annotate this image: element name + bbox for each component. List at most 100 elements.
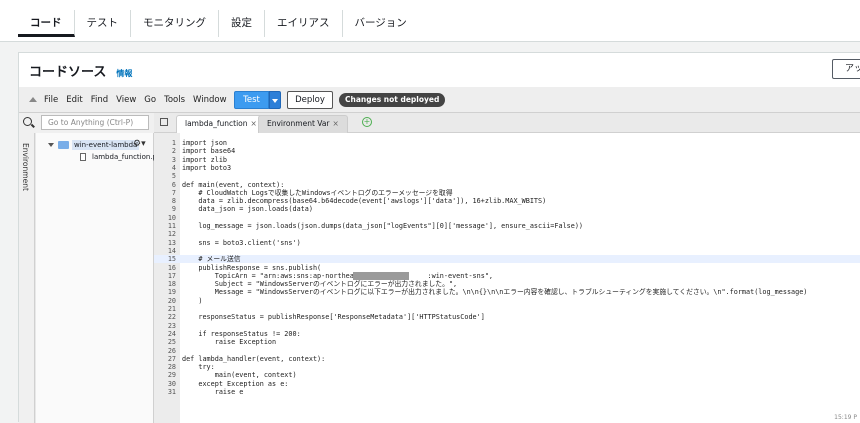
code-text: def main(event, context):	[182, 180, 285, 189]
code-line: 9 data_json = json.loads(data)	[154, 205, 860, 213]
menu-item[interactable]: Tools	[164, 95, 185, 105]
tabs: コード テスト モニタリング 設定 エイリアス バージョン	[18, 10, 419, 42]
menu-item[interactable]: Go	[144, 95, 156, 105]
tab-1[interactable]: テスト	[75, 10, 131, 37]
line-number: 18	[167, 280, 176, 289]
file-item[interactable]: lambda_function.py	[80, 153, 161, 161]
code-line: 5	[154, 172, 860, 180]
code-editor[interactable]: 1 import json 2 import base64 3 import zlib 4 i…	[154, 133, 860, 423]
status-badge: Changes not deployed	[339, 93, 446, 107]
code-text: # CloudWatch Logsで収集したWindowsイベントログのエラーメ…	[182, 188, 453, 197]
code-line: 15 # メール送信	[154, 255, 860, 264]
line-number: 10	[167, 213, 176, 222]
tab-2[interactable]: モニタリング	[131, 10, 219, 37]
code-text: import json	[182, 139, 228, 147]
code-line: 2 import base64	[154, 147, 860, 155]
code-text: responseStatus = publishResponse['Respon…	[182, 313, 485, 322]
collapse-arrow-icon[interactable]	[29, 97, 37, 102]
code-line: 12	[154, 230, 860, 238]
line-number: 25	[167, 338, 176, 347]
code-line: 3 import zlib	[154, 156, 860, 164]
code-line: 10	[154, 214, 860, 222]
menu-item[interactable]: Window	[193, 95, 227, 105]
code-text: raise Exception	[182, 338, 277, 347]
code-line: 29 main(event, context)	[154, 371, 860, 379]
cloud9-ide: File Edit Find View Go Tools Window Test Deplo…	[19, 87, 860, 423]
environment-strip[interactable]: Environment	[19, 133, 35, 423]
tab-label: lambda_function	[185, 119, 248, 128]
upload-button[interactable]: アッ	[832, 59, 860, 79]
line-number: 3	[171, 155, 176, 164]
menu-item[interactable]: Find	[91, 95, 108, 105]
code-line: 23	[154, 322, 860, 330]
line-number: 5	[171, 172, 176, 181]
code-text: import boto3	[182, 163, 232, 172]
code-text: except Exception as e:	[182, 379, 289, 388]
code-text: log_message = json.loads(json.dumps(data…	[182, 222, 584, 230]
test-button[interactable]: Test	[234, 91, 269, 109]
environment-label: Environment	[21, 143, 30, 191]
code-source-panel: コードソース 情報 アッ File Edit Find View Go Tools Wind…	[18, 52, 860, 423]
deploy-button[interactable]: Deploy	[287, 91, 333, 109]
panel-header: コードソース 情報	[29, 61, 132, 80]
code-line: 17 TopicArn = "arn:aws:sns:ap-northeast-…	[154, 271, 860, 280]
new-file-icon[interactable]	[160, 118, 168, 126]
line-number: 29	[167, 371, 176, 380]
chevron-down-icon[interactable]	[48, 143, 54, 147]
folder-item[interactable]: win-event-lambda	[48, 140, 140, 150]
code-text: Message = "WindowsServerのイベントログに以下エラーが出力…	[182, 288, 808, 297]
tab-3[interactable]: 設定	[219, 10, 265, 37]
code-line: 8 data = zlib.decompress(base64.b64decod…	[154, 197, 860, 205]
line-number: 20	[167, 296, 176, 305]
redacted-account-id	[353, 271, 409, 280]
line-number: 15	[167, 255, 176, 264]
code-text: TopicArn = "arn:aws:sns:ap-northeast-1: …	[182, 271, 493, 280]
tab-label: Environment Var	[267, 119, 330, 128]
code-line: 16 publishResponse = sns.publish(	[154, 264, 860, 272]
code-text: sns = boto3.client('sns')	[182, 238, 301, 247]
code-line: 11 log_message = json.loads(json.dumps(d…	[154, 222, 860, 230]
code-text: data = zlib.decompress(base64.b64decode(…	[182, 197, 547, 206]
close-icon[interactable]: ×	[251, 119, 257, 128]
tab-0[interactable]: コード	[18, 10, 75, 37]
tab-lambda-function[interactable]: lambda_function ×	[176, 115, 266, 134]
editor-tabs: lambda_function × Environment Var × +	[154, 113, 860, 134]
tab-4[interactable]: エイリアス	[265, 10, 343, 37]
code-line: 30 except Exception as e:	[154, 380, 860, 388]
line-number: 13	[167, 238, 176, 247]
code-text: data_json = json.loads(data)	[182, 205, 313, 214]
search-input[interactable]: Go to Anything (Ctrl-P)	[41, 115, 149, 130]
add-tab-icon[interactable]: +	[362, 117, 372, 127]
tab-environment-var[interactable]: Environment Var ×	[258, 115, 348, 133]
code-text: publishResponse = sns.publish(	[182, 263, 322, 272]
code-line: 4 import boto3	[154, 164, 860, 172]
line-number: 27	[167, 354, 176, 363]
folder-icon	[58, 141, 69, 149]
code-line: 28 try:	[154, 363, 860, 371]
code-line: 24 if responseStatus != 200:	[154, 330, 860, 338]
folder-label: win-event-lambda	[72, 140, 140, 150]
line-number: 30	[167, 379, 176, 388]
file-icon	[80, 153, 86, 161]
menu-item[interactable]: File	[44, 95, 58, 105]
line-number: 26	[167, 346, 176, 355]
close-icon[interactable]: ×	[333, 119, 339, 128]
test-dropdown-caret-icon[interactable]	[269, 91, 281, 109]
line-number: 21	[167, 305, 176, 313]
code-line: 31 raise e	[154, 388, 860, 396]
menu-item[interactable]: View	[116, 95, 136, 105]
info-link[interactable]: 情報	[116, 68, 132, 79]
line-number: 12	[167, 230, 176, 239]
line-number: 8	[171, 197, 176, 206]
code-text: def lambda_handler(event, context):	[182, 354, 326, 363]
code-line: 26	[154, 347, 860, 355]
line-number: 9	[171, 205, 176, 214]
search-icon[interactable]	[23, 117, 32, 126]
code-text: raise e	[182, 388, 244, 396]
code-line: 1 import json	[154, 139, 860, 147]
line-number: 6	[171, 180, 176, 189]
tab-5[interactable]: バージョン	[343, 10, 419, 37]
menus: File Edit Find View Go Tools Window	[44, 95, 235, 105]
menu-item[interactable]: Edit	[66, 95, 82, 105]
gear-icon[interactable]: ⚙▾	[133, 139, 146, 149]
